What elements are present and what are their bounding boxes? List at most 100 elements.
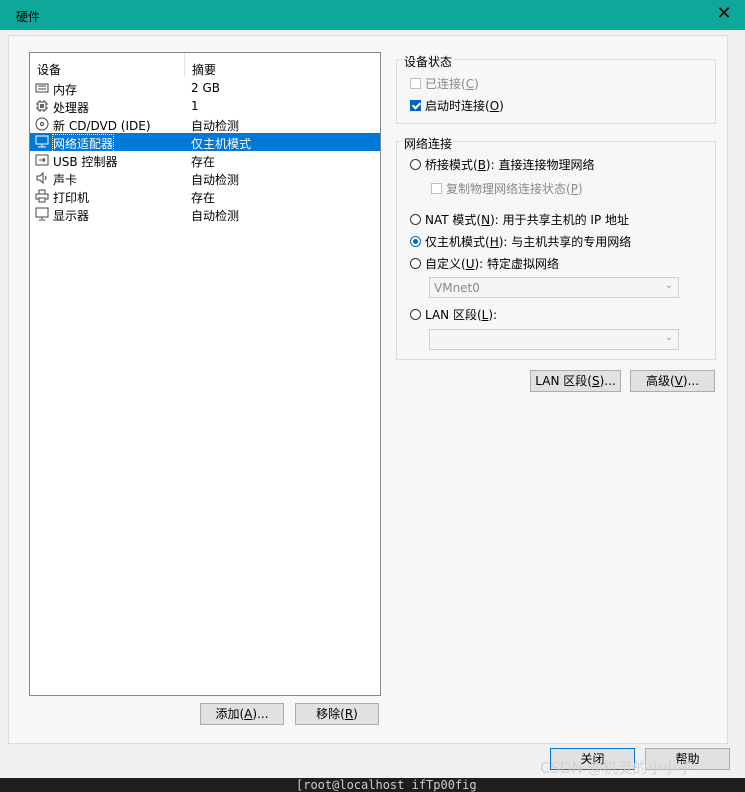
connect-at-power-on-checkbox[interactable]: 启动时连接(O) (410, 97, 504, 114)
connected-accel: C (465, 77, 475, 91)
device-summary: 自动检测 (191, 209, 240, 223)
connected-tail: ) (474, 77, 479, 91)
bridged-accel: B (477, 158, 486, 172)
header-device[interactable]: 设备 (37, 61, 61, 78)
device-row-cpu[interactable]: 处理器 1 (30, 97, 380, 115)
sound-icon (36, 171, 47, 185)
watermark: CSDN @机灵的小小子 (540, 759, 693, 777)
nat-radio[interactable]: NAT 模式(N): 用于共享主机的 IP 地址 (410, 211, 629, 228)
bridged-label: 桥接模式( (425, 158, 478, 172)
background-terminal-text: [root@localhost ifTp00fig (296, 778, 477, 792)
connect-at-power-on-accel: O (489, 99, 500, 113)
connected-label: 已连接( (425, 77, 466, 91)
remove-button-accel: R (344, 707, 354, 721)
device-summary: 自动检测 (191, 173, 240, 187)
remove-button[interactable]: 移除(R) (295, 703, 379, 725)
device-summary: 仅主机模式 (191, 137, 252, 151)
nat-radio-dot (410, 214, 421, 225)
device-row-network[interactable]: 网络适配器 仅主机模式 (30, 133, 380, 153)
replicate-state-accel: P (570, 182, 578, 196)
replicate-state-label: 复制物理网络连接状态( (446, 182, 571, 196)
bridged-tail: ): 直接连接物理网络 (485, 158, 595, 172)
usb-icon (35, 154, 49, 166)
bridged-radio[interactable]: 桥接模式(B): 直接连接物理网络 (410, 156, 594, 173)
cpu-icon (36, 100, 48, 112)
device-summary: 2 GB (191, 81, 220, 95)
header-summary[interactable]: 摘要 (192, 61, 216, 78)
replicate-state-tail: ) (577, 182, 583, 196)
device-summary: 1 (191, 99, 199, 113)
lan-segment-radio-dot (410, 309, 421, 320)
display-icon (35, 207, 49, 221)
device-summary: 存在 (191, 191, 216, 205)
custom-radio[interactable]: 自定义(U): 特定虚拟网络 (410, 255, 559, 272)
lan-segment-label: LAN 区段( (425, 308, 482, 322)
device-name: 网络适配器 (51, 134, 115, 153)
device-status-label: 设备状态 (402, 53, 455, 70)
custom-radio-dot (410, 258, 421, 269)
window-title: 硬件 (16, 10, 41, 24)
host-only-label: 仅主机模式( (425, 235, 490, 249)
hardware-dialog: 硬件 ✕ 设备 摘要 内存 2 GB 处理器 1 新 CD/DVD (IDE) … (0, 0, 745, 778)
chevron-down-icon: ⌄ (664, 280, 673, 291)
lan-segments-button-tail: )... (599, 374, 616, 388)
add-button[interactable]: 添加(A)... (200, 703, 284, 725)
device-name: 显示器 (53, 209, 90, 223)
advanced-button-label: 高级( (645, 374, 675, 388)
host-only-radio-dot (410, 236, 421, 247)
network-icon (35, 135, 49, 148)
connected-checkbox[interactable]: 已连接(C) (410, 75, 479, 92)
custom-network-value: VMnet0 (434, 281, 480, 295)
nat-label: NAT 模式( (425, 213, 482, 227)
close-icon[interactable]: ✕ (713, 4, 735, 26)
cd-icon (35, 117, 49, 131)
device-row-printer[interactable]: 打印机 存在 (30, 187, 380, 205)
custom-network-select[interactable]: VMnet0 ⌄ (429, 277, 679, 298)
custom-tail: ): 特定虚拟网络 (474, 257, 560, 271)
device-list[interactable]: 设备 摘要 内存 2 GB 处理器 1 新 CD/DVD (IDE) 自动检测 … (29, 52, 381, 696)
device-name: 打印机 (53, 191, 90, 205)
lan-segment-select[interactable]: ⌄ (429, 329, 679, 350)
lan-segments-button[interactable]: LAN 区段(S)... (530, 370, 621, 392)
bridged-radio-dot (410, 159, 421, 170)
custom-label: 自定义( (425, 257, 466, 271)
chevron-down-icon: ⌄ (664, 332, 673, 343)
memory-icon (35, 83, 49, 93)
add-button-tail: )... (252, 707, 269, 721)
nat-accel: N (481, 213, 491, 227)
device-row-display[interactable]: 显示器 自动检测 (30, 205, 380, 223)
replicate-state-check-box (431, 183, 442, 194)
network-connection-group (396, 141, 716, 360)
device-summary: 存在 (191, 155, 216, 169)
connect-at-power-on-check-box (410, 100, 421, 111)
advanced-button[interactable]: 高级(V)... (630, 370, 715, 392)
list-header: 设备 摘要 (30, 53, 380, 77)
lan-segments-button-label: LAN 区段( (535, 374, 592, 388)
add-button-label: 添加( (215, 707, 245, 721)
lan-segment-tail: ): (488, 308, 498, 322)
title-bar: 硬件 ✕ (0, 0, 745, 30)
device-name: 内存 (53, 83, 78, 97)
device-summary: 自动检测 (191, 119, 240, 133)
host-only-radio[interactable]: 仅主机模式(H): 与主机共享的专用网络 (410, 233, 631, 250)
lan-segments-button-accel: S (591, 374, 600, 388)
advanced-button-accel: V (674, 374, 683, 388)
printer-icon (35, 189, 49, 203)
remove-button-label: 移除( (316, 707, 345, 721)
device-name: USB 控制器 (53, 155, 118, 169)
device-name: 声卡 (53, 173, 78, 187)
device-row-cddvd[interactable]: 新 CD/DVD (IDE) 自动检测 (30, 115, 380, 133)
device-name: 新 CD/DVD (IDE) (53, 119, 151, 133)
header-separator[interactable] (184, 53, 185, 77)
device-row-usb[interactable]: USB 控制器 存在 (30, 151, 380, 169)
replicate-state-checkbox[interactable]: 复制物理网络连接状态(P) (431, 180, 583, 197)
connect-at-power-on-tail: ) (499, 99, 504, 113)
device-row-memory[interactable]: 内存 2 GB (30, 79, 380, 97)
device-row-sound[interactable]: 声卡 自动检测 (30, 169, 380, 187)
device-name: 处理器 (53, 101, 90, 115)
remove-button-tail: ) (353, 707, 358, 721)
network-connection-label: 网络连接 (402, 135, 455, 152)
host-only-tail: ): 与主机共享的专用网络 (498, 235, 632, 249)
lan-segment-radio[interactable]: LAN 区段(L): (410, 306, 497, 323)
host-only-accel: H (489, 235, 499, 249)
